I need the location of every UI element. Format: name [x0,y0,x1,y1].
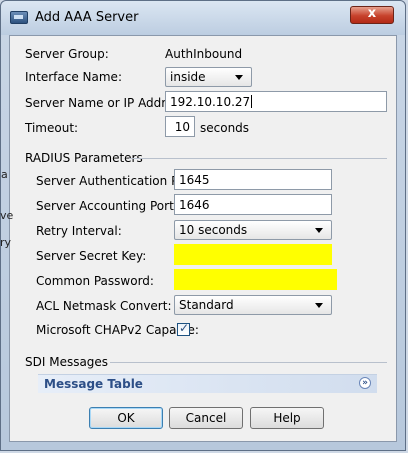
app-window-icon [10,11,28,24]
interface-name-value: inside [170,70,206,84]
checkmark-icon: ✓ [179,321,190,335]
acct-port-value: 1646 [179,198,210,212]
sdi-separator [110,362,387,363]
retry-interval-label: Retry Interval: [36,224,122,238]
acl-netmask-value: Standard [179,298,234,312]
cancel-button[interactable]: Cancel [169,407,243,429]
background-fragment: ve [0,209,14,222]
dialog-body: Server Group: AuthInbound Interface Name… [9,35,397,442]
timeout-value: 10 [174,120,190,134]
chevron-down-icon [315,303,323,308]
acl-netmask-label: ACL Netmask Convert: [36,299,172,313]
secret-key-input[interactable] [174,244,332,265]
background-fragment: ry [0,236,12,249]
timeout-unit: seconds [200,121,250,135]
server-name-value: 192.10.10.27 [170,95,251,109]
secret-key-label: Server Secret Key: [36,249,147,263]
chevron-down-icon [315,228,323,233]
expand-icon[interactable]: » [359,377,371,389]
timeout-label: Timeout: [25,121,79,135]
close-icon: x [367,6,377,21]
chap-checkbox[interactable]: ✓ [177,321,190,336]
help-button[interactable]: Help [250,407,324,429]
background-fragment: a [1,168,8,181]
timeout-input[interactable]: 10 [165,116,195,137]
common-password-label: Common Password: [36,274,154,288]
close-button[interactable]: x [350,6,394,24]
auth-port-input[interactable]: 1645 [174,169,332,190]
interface-name-label: Interface Name: [25,70,122,84]
message-table-header[interactable]: Message Table » [38,374,377,393]
title-bar[interactable]: Add AAA Server x [1,1,405,35]
retry-interval-select[interactable]: 10 seconds [174,220,332,240]
sdi-messages-title: SDI Messages [25,355,109,369]
auth-port-value: 1645 [179,173,210,187]
add-aaa-server-dialog: Add AAA Server x Server Group: AuthInbou… [0,0,406,451]
server-name-input[interactable]: 192.10.10.27 [165,91,387,112]
radius-parameters-title: RADIUS Parameters [25,151,143,165]
acct-port-label: Server Accounting Port: [36,199,178,213]
acct-port-input[interactable]: 1646 [174,194,332,215]
text-cursor [251,95,253,108]
interface-name-select[interactable]: inside [165,67,252,87]
acl-netmask-select[interactable]: Standard [174,295,332,315]
ok-button[interactable]: OK [89,407,163,429]
radius-separator [129,158,387,159]
server-group-label: Server Group: [25,47,109,61]
server-group-value: AuthInbound [165,47,243,61]
common-password-input[interactable] [174,269,337,290]
retry-interval-value: 10 seconds [179,223,248,237]
message-table-label: Message Table [44,377,143,391]
chevron-down-icon [235,75,243,80]
window-title: Add AAA Server [35,10,139,25]
chap-label: Microsoft CHAPv2 Capable: [36,323,199,337]
